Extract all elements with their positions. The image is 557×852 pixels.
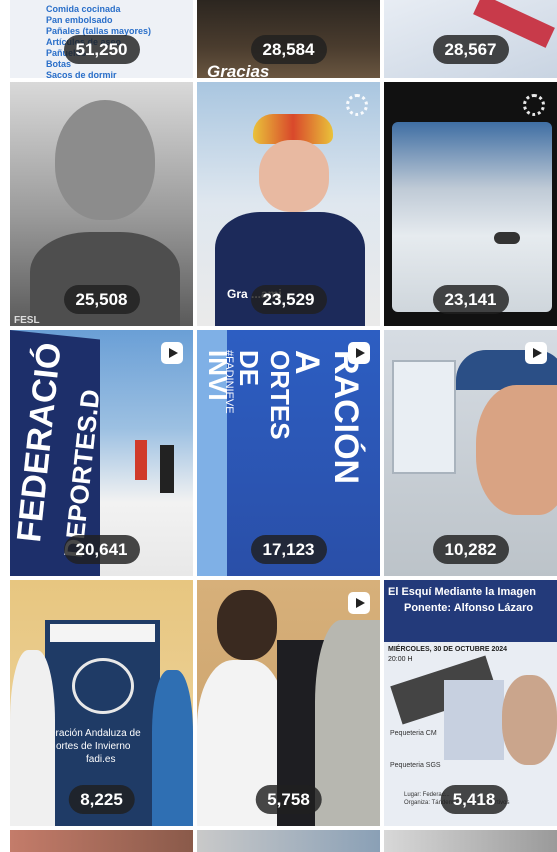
view-count-badge: 5,758 (255, 785, 322, 814)
view-count-badge: 20,641 (63, 535, 140, 564)
poster-time: 20:00 H (388, 656, 413, 663)
video-icon (161, 342, 183, 364)
post-tile[interactable]: 23,141 (384, 82, 557, 326)
view-count-badge: 25,508 (63, 285, 140, 314)
banner-text: eración Andaluza de (50, 728, 141, 739)
post-tile[interactable] (197, 830, 380, 852)
view-count-badge: 28,584 (250, 35, 327, 64)
video-icon (348, 592, 370, 614)
list-line: Comida cocinada (46, 4, 121, 14)
poster-speaker: Ponente: Alfonso Lázaro (404, 602, 534, 614)
post-tile[interactable]: RACIÓN A ORTES DE INVI #FADINIEVE 17,123 (197, 330, 380, 576)
view-count-badge: 8,225 (68, 785, 135, 814)
poster-label: Pequeteria SGS (390, 762, 441, 769)
view-count-badge: 23,141 (432, 285, 509, 314)
post-tile[interactable]: FESL 25,508 (10, 82, 193, 326)
banner-text: ortes de Invierno (56, 741, 131, 752)
post-tile[interactable]: El Esquí Mediante la Imagen Ponente: Alf… (384, 580, 557, 826)
view-count-badge: 51,250 (63, 35, 140, 64)
photo-text: FESL (14, 315, 40, 326)
banner-text: RACIÓN A (288, 350, 365, 485)
post-tile[interactable]: 10,282 (384, 330, 557, 576)
photo-caption: Gracias (207, 62, 270, 78)
poster-title: El Esquí Mediante la Imagen (388, 586, 536, 598)
loading-icon (346, 94, 368, 116)
post-grid: Comida cocinada Pan embolsado Pañales (t… (0, 0, 557, 852)
post-tile[interactable] (10, 830, 193, 852)
view-count-badge: 17,123 (250, 535, 327, 564)
post-tile[interactable]: 28,567 (384, 0, 557, 78)
video-icon (525, 342, 547, 364)
post-tile[interactable]: Comida cocinada Pan embolsado Pañales (t… (10, 0, 193, 78)
post-tile[interactable]: Gra ...amj 23,529 (197, 82, 380, 326)
post-tile[interactable] (384, 830, 557, 852)
post-tile[interactable]: FEDERACIÓ DEPORTES.D 20,641 (10, 330, 193, 576)
banner-text: ORTES DE INVI (203, 350, 295, 440)
view-count-badge: 23,529 (250, 285, 327, 314)
post-tile[interactable]: Gracias 28,584 (197, 0, 380, 78)
post-tile[interactable]: eración Andaluza de ortes de Invierno fa… (10, 580, 193, 826)
post-tile[interactable]: 5,758 (197, 580, 380, 826)
poster-label: Pequeteria CM (390, 730, 437, 737)
poster-date: MIÉRCOLES, 30 DE OCTUBRE 2024 (388, 646, 508, 653)
list-line: Sacos de dormir (46, 70, 117, 78)
view-count-badge: 28,567 (432, 35, 509, 64)
view-count-badge: 5,418 (440, 785, 508, 814)
list-line: Pan embolsado (46, 15, 113, 25)
view-count-badge: 10,282 (432, 535, 509, 564)
banner-text: fadi.es (86, 754, 116, 765)
loading-icon (523, 94, 545, 116)
banner-hashtag: #FADINIEVE (223, 350, 235, 414)
video-icon (348, 342, 370, 364)
